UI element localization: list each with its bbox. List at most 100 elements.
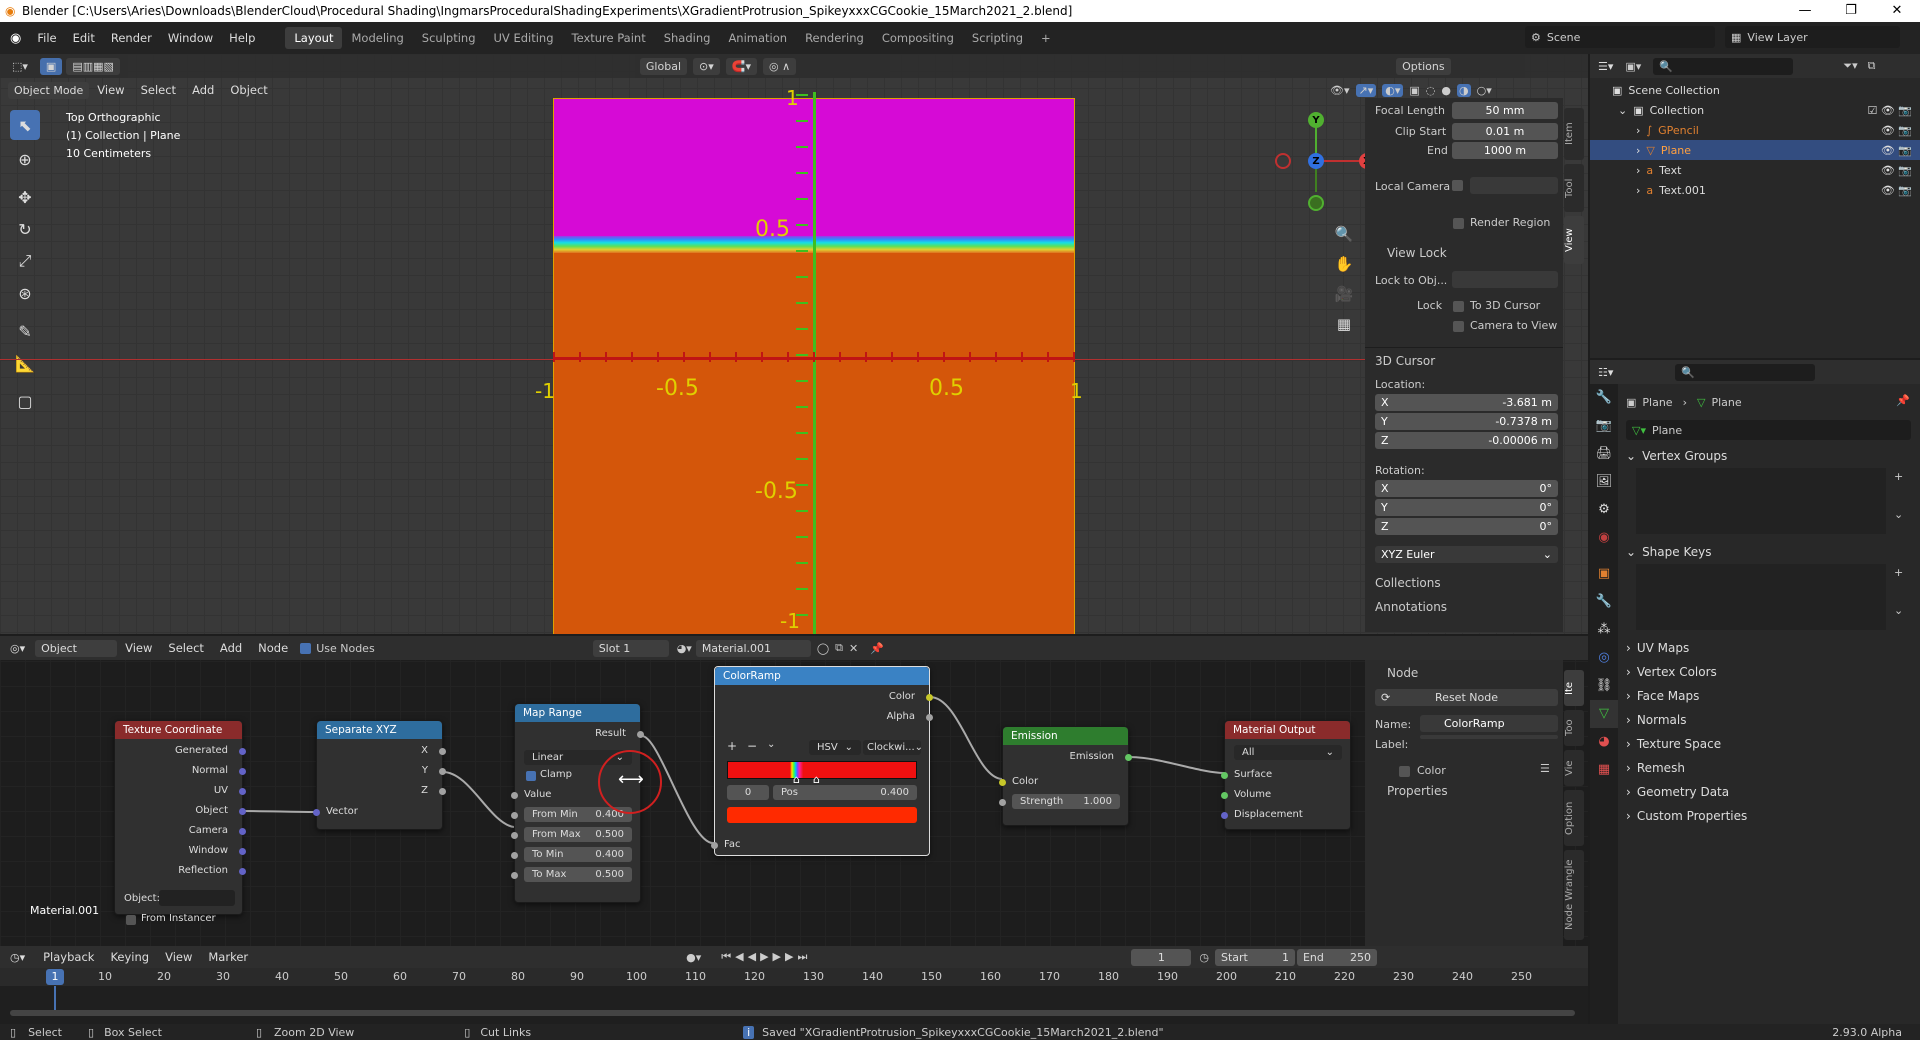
tab-animation[interactable]: Animation [719,27,796,49]
xray-icon[interactable]: ▣ [1409,84,1419,97]
world-tab-icon[interactable]: ◉ [1590,524,1618,552]
tab-uv-editing[interactable]: UV Editing [485,27,563,49]
stop-position-field[interactable]: Pos 0.400 [773,785,917,800]
tab-scripting[interactable]: Scripting [963,27,1032,49]
tab-sculpting[interactable]: Sculpting [413,27,485,49]
view-layer-tab-icon[interactable]: 🖼 [1590,468,1618,496]
box-select-modes-icon[interactable]: ▤▥▦▧ [66,57,120,75]
object-tab-icon[interactable]: ▣ [1590,560,1618,588]
wireframe-shading-icon[interactable]: ◌ [1426,84,1436,97]
socket[interactable] [1221,792,1228,799]
pivot-icon[interactable]: ⊙▾ [693,57,720,75]
outliner-item-text[interactable]: › a Text 👁 📷 [1590,160,1920,180]
from-instancer-checkbox[interactable] [126,915,136,925]
tool-tab-icon[interactable]: 🔧 [1590,384,1618,412]
pan-hand-icon[interactable]: ✋ [1332,249,1356,279]
solid-shading-icon[interactable]: ● [1441,84,1451,97]
rotation-mode-dropdown[interactable]: XYZ Euler ⌄ [1375,546,1558,563]
socket[interactable] [239,828,246,835]
menu-edit[interactable]: Edit [65,31,103,45]
visibility-icon[interactable]: 👁▾ [1330,84,1350,97]
material-tab-icon[interactable]: ◕ [1590,728,1618,756]
tab-rendering[interactable]: Rendering [796,27,873,49]
render-tab-icon[interactable]: 📷 [1590,412,1618,440]
tab-node-tool[interactable]: Too [1564,710,1584,746]
gizmo-toggle-icon[interactable]: ↗▾ [1355,83,1377,97]
rendered-shading-icon[interactable]: ○▾ [1477,84,1492,97]
options-dropdown[interactable]: Options [1396,57,1451,75]
record-icon[interactable]: ●▾ [686,951,701,964]
tab-node-item[interactable]: Ite [1564,670,1584,706]
start-frame-field[interactable]: Start 1 [1214,948,1295,966]
remove-stop-icon[interactable]: − [747,739,757,753]
node-properties-header[interactable]: Properties [1387,784,1448,798]
properties-search-field[interactable]: 🔍 [1675,363,1816,381]
cursor-panel-header[interactable]: 3D Cursor [1375,354,1435,368]
reset-node-button[interactable]: ⟳ Reset Node [1375,689,1558,706]
separate-xyz-node[interactable]: Separate XYZ X Y Z Vector [313,720,446,830]
color-mode-dropdown[interactable]: HSV ⌄ [809,740,861,755]
socket[interactable] [999,779,1006,786]
clip-end-field[interactable]: 1000 m [1452,142,1558,159]
focal-length-field[interactable]: 50 mm [1452,102,1558,119]
add-workspace-icon[interactable]: + [1032,27,1060,49]
modifiers-tab-icon[interactable]: 🔧 [1590,588,1618,616]
socket[interactable] [926,714,933,721]
lock-to-object-field[interactable] [1452,271,1558,288]
emission-node[interactable]: Emission Emission Color Strength 1.000 [999,726,1132,826]
local-camera-field[interactable] [1470,177,1558,194]
section-normals[interactable]: › Normals [1626,708,1916,732]
data-tab-icon[interactable]: ▽ [1590,700,1618,728]
include-checkbox[interactable]: ☑ 👁 📷 [1867,104,1912,117]
gizmo-y[interactable]: Y [1308,112,1324,128]
tab-node-view[interactable]: Vie [1564,750,1584,786]
collections-header[interactable]: Collections [1375,576,1441,590]
texture-coordinate-node[interactable]: Texture Coordinate Generated Normal UV O… [114,720,246,925]
socket[interactable] [1125,754,1132,761]
close-button[interactable]: ✕ [1874,0,1920,22]
cursor-rot-x[interactable]: X 0° [1375,480,1558,497]
viewport-menu-view[interactable]: View [89,83,132,97]
socket[interactable] [511,792,518,799]
cursor-loc-z[interactable]: Z -0.00006 m [1375,432,1558,449]
outliner-item-gpencil[interactable]: › ∫ GPencil 👁 📷 [1590,120,1920,140]
section-vertex-colors[interactable]: › Vertex Colors [1626,660,1916,684]
material-output-node[interactable]: Material Output All ⌄ Surface Volume Disp… [1221,720,1351,830]
viewport-menu-add[interactable]: Add [184,83,222,97]
menu-file[interactable]: File [29,31,64,45]
visibility-icons[interactable]: 👁 📷 [1881,144,1912,157]
socket[interactable] [999,799,1006,806]
view-lock-header[interactable]: View Lock [1387,246,1447,260]
tab-shading[interactable]: Shading [655,27,720,49]
physics-tab-icon[interactable]: ◎ [1590,644,1618,672]
add-icon[interactable]: + [1894,566,1903,579]
ortho-grid-icon[interactable]: ▦ [1332,309,1356,339]
material-shading-icon[interactable]: ◑ [1457,83,1471,97]
ramp-menu-icon[interactable]: ⌄ [767,739,775,750]
socket[interactable] [313,809,320,816]
socket[interactable] [711,842,718,849]
scene-collection-row[interactable]: ▣ Scene Collection [1590,80,1920,100]
object-picker[interactable] [159,890,235,906]
timeline-menu-playback[interactable]: Playback [35,950,102,964]
playback-controls[interactable]: ⏮◀◀▶▶▶⏭ [721,950,811,964]
particles-tab-icon[interactable]: ⁂ [1590,616,1618,644]
editor-type-icon[interactable]: ⬚▾ [0,60,40,73]
local-camera-checkbox[interactable] [1452,180,1463,191]
cursor-tool-icon[interactable]: ⊕ [10,144,40,174]
frame-marker[interactable]: 1 [46,969,64,985]
tab-compositing[interactable]: Compositing [873,27,963,49]
blender-menu-icon[interactable]: ◉ [0,31,29,46]
menu-render[interactable]: Render [103,31,160,45]
viewport-menu-object[interactable]: Object [222,83,275,97]
outliner-editor-icon[interactable]: ☰▾ [1590,60,1621,73]
timeline-menu-view[interactable]: View [157,950,200,964]
scale-tool-icon[interactable]: ⤢ [10,246,40,276]
visibility-icons[interactable]: 👁 📷 [1881,184,1912,197]
socket[interactable] [1221,772,1228,779]
node-name-field[interactable]: ColorRamp [1420,715,1558,732]
proportional-edit-icon[interactable]: ◎ ∧ [762,57,797,75]
timeline-editor-icon[interactable]: ◷▾ [0,951,35,964]
socket[interactable] [637,731,644,738]
snap-icon[interactable]: 🧲▾ [725,57,757,75]
